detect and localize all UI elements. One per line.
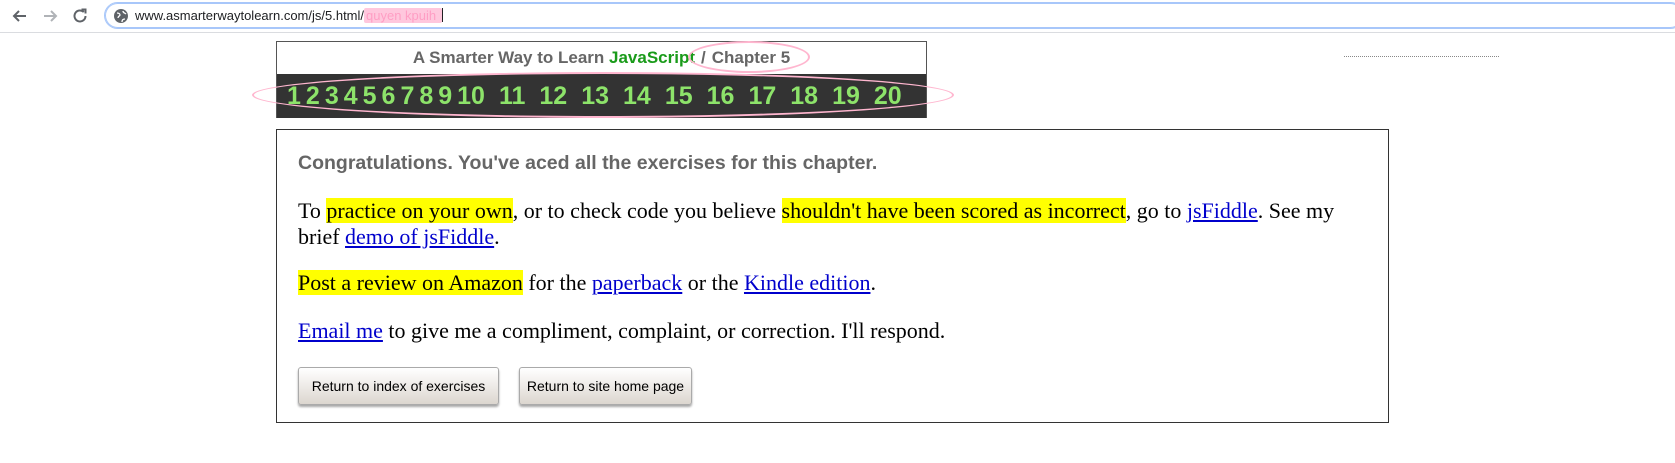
title-prefix: A Smarter Way to Learn (412, 48, 605, 67)
chapter-number-14[interactable]: 14 (623, 80, 651, 112)
dotted-line (1344, 56, 1499, 57)
email-me-link[interactable]: Email me (298, 318, 383, 343)
chapter-number-list: 1 2 3 4 5 6 7 8 9 10 11 12 13 14 15 16 17 18 19 20 (287, 80, 916, 112)
title-javascript: JavaScript (609, 48, 696, 67)
chapter-number-7[interactable]: 7 (400, 80, 414, 112)
chapter-number-4[interactable]: 4 (344, 80, 358, 112)
chapter-number-9[interactable]: 9 (438, 80, 452, 112)
chapter-number-strip: 1 2 3 4 5 6 7 8 9 10 11 12 13 14 15 16 17 18 19 20 (277, 74, 926, 118)
url-text: www.asmarterwaytolearn.com/js/5.html/quy… (135, 8, 444, 23)
reload-icon (73, 8, 87, 23)
chapter-title: A Smarter Way to Learn JavaScript / Chapte… (277, 48, 926, 68)
text: or the (682, 270, 744, 295)
chapter-number-17[interactable]: 17 (748, 80, 776, 112)
completion-panel: Congratulations. You've aced all the exe… (276, 129, 1389, 423)
arrow-right-icon (44, 10, 58, 22)
text: . (870, 270, 876, 295)
arrow-left-icon (12, 10, 26, 22)
browser-toolbar: www.asmarterwaytolearn.com/js/5.html/quy… (0, 0, 1675, 33)
text: , go to (1125, 198, 1187, 223)
chapter-number-1[interactable]: 1 (287, 80, 301, 112)
demo-jsfiddle-link[interactable]: demo of jsFiddle (345, 224, 494, 249)
chapter-number-6[interactable]: 6 (382, 80, 396, 112)
chapter-number-5[interactable]: 5 (363, 80, 377, 112)
text: for the (522, 270, 592, 295)
back-button[interactable] (9, 5, 31, 27)
reload-button[interactable] (69, 5, 91, 27)
chapter-number-3[interactable]: 3 (325, 80, 339, 112)
text: To (298, 198, 327, 223)
address-bar[interactable]: www.asmarterwaytolearn.com/js/5.html/quy… (104, 2, 1675, 29)
chapter-number-11[interactable]: 11 (499, 80, 525, 112)
chapter-number-10[interactable]: 10 (457, 80, 485, 112)
url-main: www.asmarterwaytolearn.com/js/5.html/ (135, 8, 365, 23)
chapter-number-19[interactable]: 19 (832, 80, 860, 112)
url-typed: quyen kpuih (364, 8, 443, 23)
highlight-incorrect: shouldn't have been scored as incorrect (781, 198, 1126, 223)
highlight-practice: practice on your own (326, 198, 513, 223)
congrats-heading: Congratulations. You've aced all the exe… (298, 152, 878, 174)
forward-button[interactable] (39, 5, 61, 27)
chapter-number-2[interactable]: 2 (306, 80, 320, 112)
chapter-number-12[interactable]: 12 (539, 80, 567, 112)
return-index-button[interactable]: Return to index of exercises (298, 367, 499, 405)
chapter-number-13[interactable]: 13 (581, 80, 609, 112)
chapter-number-16[interactable]: 16 (707, 80, 735, 112)
chapter-label: Chapter 5 (711, 48, 791, 67)
review-paragraph: Post a review on Amazon for the paperbac… (298, 270, 1358, 296)
text: . (494, 224, 500, 249)
text-caret (442, 8, 444, 22)
kindle-edition-link[interactable]: Kindle edition (744, 270, 870, 295)
chapter-number-8[interactable]: 8 (419, 80, 433, 112)
paperback-link[interactable]: paperback (592, 270, 682, 295)
chapter-number-15[interactable]: 15 (665, 80, 693, 112)
text: to give me a compliment, complaint, or c… (382, 318, 946, 343)
jsfiddle-link[interactable]: jsFiddle (1187, 198, 1258, 223)
chapter-number-20[interactable]: 20 (874, 80, 902, 112)
text: , or to check code you believe (512, 198, 782, 223)
return-home-button[interactable]: Return to site home page (519, 367, 692, 405)
globe-icon (114, 9, 128, 23)
chapter-number-18[interactable]: 18 (790, 80, 818, 112)
highlight-review: Post a review on Amazon (298, 270, 523, 295)
title-separator: / (701, 48, 706, 67)
chapter-header: A Smarter Way to Learn JavaScript / Chapte… (276, 41, 927, 118)
email-paragraph: Email me to give me a compliment, compla… (298, 318, 1358, 344)
practice-paragraph: To practice on your own, or to check cod… (298, 198, 1358, 250)
